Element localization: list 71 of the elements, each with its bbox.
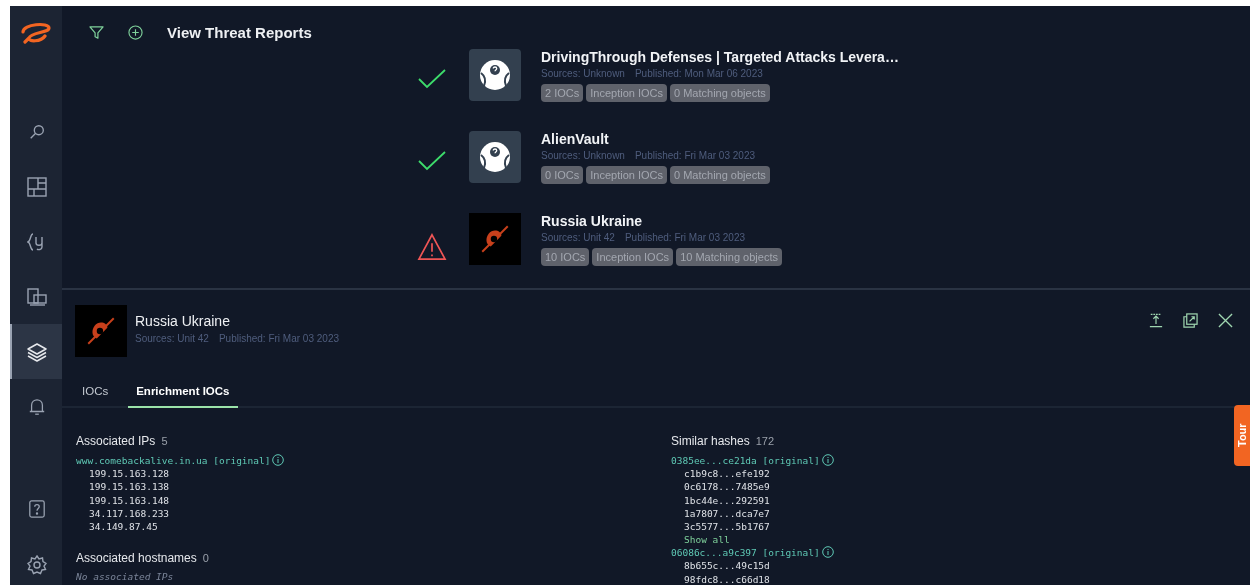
tag: 0 Matching objects [670,166,770,184]
detail-title: Russia Ukraine [135,312,231,329]
section-title: Associated hostnames [76,551,197,566]
original-indicator[interactable]: www.comebackalive.in.ua [original] [76,454,271,467]
report-title[interactable]: Russia Ukraine [541,213,782,229]
ioc-value: 199.15.163.128 [88,467,171,481]
ioc-value: 34.149.87.45 [88,520,159,534]
unknown-source-icon [469,131,521,183]
report-sources: Sources: Unknown [541,150,625,161]
layers-icon [27,341,47,362]
tab[interactable]: IOCs [74,381,117,408]
filter-icon[interactable] [89,25,104,40]
section-title: Similar hashes [671,434,750,448]
section-title: Associated IPs [76,434,156,448]
page-title: View Threat Reports [167,24,312,41]
ioc-value: c1b9c8...efe192 [683,467,771,481]
dashboard-icon [27,176,47,197]
report-sources: Sources: Unknown [541,68,625,79]
report-title[interactable]: AlienVault [541,131,770,147]
ioc-value: 0c6178...7485e9 [683,480,771,494]
ioc-value: 98fdc8...c66d18 [683,572,771,585]
tab[interactable]: Enrichment IOCs [128,381,238,408]
tag: 10 IOCs [541,248,590,266]
report-title[interactable]: DrivingThrough Defenses | Targeted Attacks Levera… [541,49,899,65]
original-indicator[interactable]: 0385ee...ce21da [original] [671,454,820,467]
layers-nav-item[interactable] [10,324,62,379]
monitor-icon [27,286,47,307]
tag: 2 IOCs [541,84,584,102]
ioc-value: 1a7807...dca7e7 [683,506,771,521]
unknown-source-icon [469,49,521,101]
ioc-value: 199.15.163.138 [88,480,171,494]
original-indicator[interactable]: 06086c...a9c397 [original] [671,546,820,560]
report-published-date: Published: Fri Mar 03 2023 [634,150,755,161]
ioc-value: 8b655c...49c15d [683,559,771,573]
empty-message: No associated IPs [76,571,175,583]
tag: Inception IOCs [586,84,667,102]
comet-logo-icon [469,213,521,265]
checkmark-icon [417,69,447,89]
export-icon[interactable] [1149,313,1163,328]
help-icon [28,499,46,519]
bell-icon [28,396,46,417]
logo-icon[interactable] [19,20,53,44]
info-icon[interactable] [272,454,285,466]
show-all-link[interactable]: Show all [671,533,1250,547]
info-icon[interactable] [821,546,834,559]
settings-icon [27,555,47,575]
report-published-date: Published: Fri Mar 03 2023 [624,232,745,243]
tag: 0 Matching objects [670,84,770,102]
search-icon [28,122,46,141]
section-count: 5 [161,435,168,447]
tag: Inception IOCs [586,166,667,184]
detail-sources: Sources: Unit 42 [135,332,209,344]
comet-logo-icon [75,305,127,357]
add-icon[interactable] [128,25,143,40]
detail-published-date: Published: Fri Mar 03 2023 [218,332,339,344]
tag: 0 IOCs [541,166,584,184]
tag: Inception IOCs [592,248,674,266]
tag: 10 Matching objects [676,248,782,266]
section-count: 0 [202,552,209,565]
section-count: 172 [755,435,775,447]
report-sources: Sources: Unit 42 [541,232,615,243]
close-icon[interactable] [1218,313,1233,328]
ioc-value: 199.15.163.148 [88,493,171,507]
report-published-date: Published: Mon Mar 06 2023 [634,68,763,79]
ioc-value: 34.117.168.233 [88,506,171,521]
info-icon[interactable] [821,454,834,466]
open-external-icon[interactable] [1183,313,1198,328]
ioc-value: 1bc44e...292591 [683,493,771,507]
checkmark-icon [417,151,447,171]
ioc-value: 3c5577...5b1767 [683,520,771,534]
warning-icon [417,233,447,261]
